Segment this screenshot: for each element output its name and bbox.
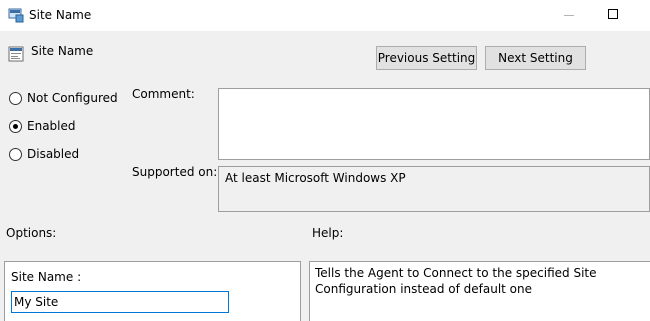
comment-label: Comment: bbox=[132, 87, 195, 101]
site-name-input[interactable] bbox=[11, 291, 229, 313]
radio-button[interactable] bbox=[9, 92, 22, 105]
next-setting-button[interactable]: Next Setting bbox=[485, 46, 586, 70]
policy-setting-icon bbox=[8, 46, 24, 62]
radio-label: Not Configured bbox=[27, 91, 118, 105]
options-label: Options: bbox=[6, 226, 57, 240]
radio-button[interactable] bbox=[9, 120, 22, 133]
supported-on-field: At least Microsoft Windows XP bbox=[218, 166, 650, 212]
site-name-label: Site Name : bbox=[11, 270, 82, 284]
help-label: Help: bbox=[312, 226, 344, 240]
supported-on-label: Supported on: bbox=[132, 165, 218, 179]
comment-textarea[interactable] bbox=[218, 88, 650, 160]
setting-name: Site Name bbox=[31, 44, 94, 58]
radio-button[interactable] bbox=[9, 148, 22, 161]
window-title: Site Name bbox=[29, 8, 92, 22]
policy-window-icon bbox=[8, 8, 24, 23]
minimize-button[interactable] bbox=[562, 8, 578, 24]
previous-setting-button[interactable]: Previous Setting bbox=[376, 46, 477, 70]
options-panel: Site Name : bbox=[4, 261, 301, 321]
radio-label: Disabled bbox=[27, 147, 80, 161]
radio-label: Enabled bbox=[27, 119, 76, 133]
title-bar: Site Name bbox=[0, 0, 650, 31]
help-panel: Tells the Agent to Connect to the specif… bbox=[309, 261, 650, 321]
maximize-button[interactable] bbox=[608, 9, 618, 19]
